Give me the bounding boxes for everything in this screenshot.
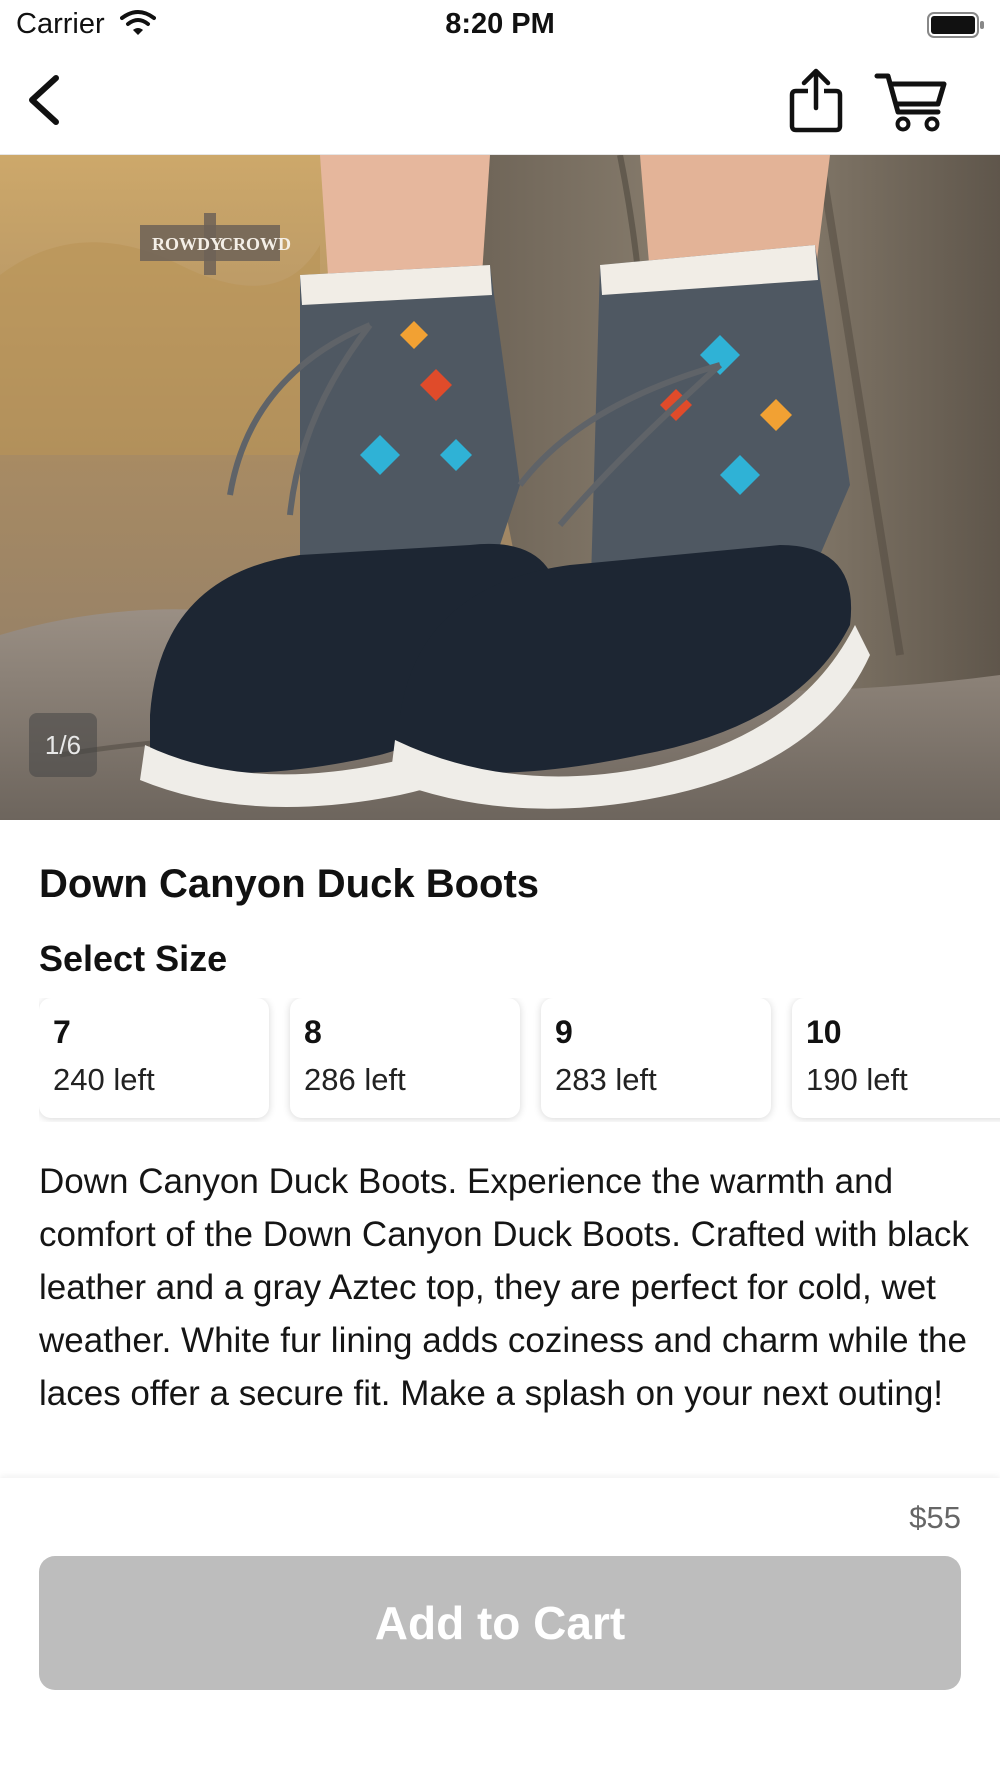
product-photo: ROWDY CROWD — [0, 155, 1000, 820]
size-value: 7 — [53, 1014, 71, 1050]
select-size-label: Select Size — [39, 938, 228, 979]
battery-icon — [927, 11, 987, 44]
size-stock: 190 left — [806, 1062, 908, 1097]
product-title: Down Canyon Duck Boots — [39, 862, 540, 906]
purchase-bar: $55 Add to Cart — [0, 1478, 1000, 1778]
add-to-cart-button[interactable]: Add to Cart — [39, 1556, 961, 1690]
size-value: 9 — [555, 1014, 573, 1050]
size-option-9[interactable]: 9 283 left — [541, 998, 771, 1118]
size-stock: 286 left — [304, 1062, 406, 1097]
back-chevron-icon[interactable] — [22, 72, 72, 128]
image-counter: 1/6 — [29, 713, 97, 777]
size-option-8[interactable]: 8 286 left — [290, 998, 520, 1118]
svg-text:ROWDY: ROWDY — [152, 234, 223, 254]
size-option-7[interactable]: 7 240 left — [39, 998, 269, 1118]
share-icon[interactable] — [786, 66, 846, 136]
size-stock: 283 left — [555, 1062, 657, 1097]
cart-icon[interactable] — [874, 70, 950, 134]
size-options[interactable]: 7 240 left 8 286 left 9 283 left 10 190 … — [39, 998, 1000, 1122]
size-value: 10 — [806, 1014, 842, 1050]
status-bar: Carrier 8:20 PM — [0, 0, 1000, 50]
product-details-sheet: Down Canyon Duck Boots Select Size 7 240… — [0, 820, 1000, 1480]
product-image-gallery[interactable]: ROWDY CROWD — [0, 155, 1000, 820]
size-value: 8 — [304, 1014, 322, 1050]
size-stock: 240 left — [53, 1062, 155, 1097]
price-label: $55 — [909, 1500, 961, 1535]
size-option-10[interactable]: 10 190 left — [792, 998, 1000, 1118]
svg-text:CROWD: CROWD — [220, 234, 291, 254]
product-description: Down Canyon Duck Boots. Experience the w… — [39, 1162, 969, 1413]
clock: 8:20 PM — [445, 8, 555, 40]
nav-bar — [0, 50, 1000, 155]
